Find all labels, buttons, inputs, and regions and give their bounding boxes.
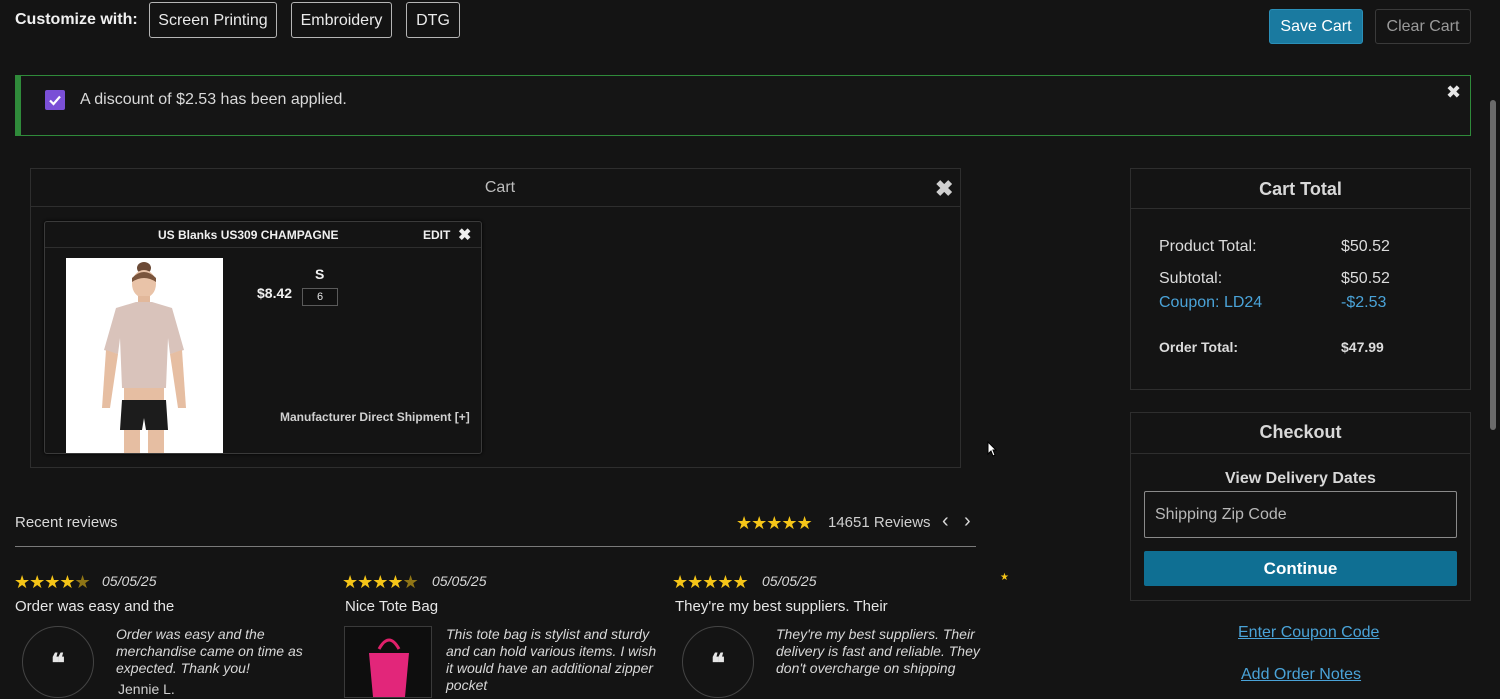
divider: [15, 546, 976, 547]
cart-total-title: Cart Total: [1259, 179, 1342, 199]
chevron-left-icon[interactable]: ‹: [942, 510, 949, 533]
review-date: 05/05/25: [102, 573, 157, 589]
checkout-title: Checkout: [1259, 422, 1342, 442]
alert-message: A discount of $2.53 has been applied.: [80, 91, 347, 108]
embroidery-button[interactable]: Embroidery: [291, 2, 392, 38]
divider: [31, 206, 960, 207]
product-total-label: Product Total:: [1159, 238, 1257, 255]
review-body: Order was easy and the merchandise came …: [116, 626, 303, 676]
subtotal-value: $50.52: [1341, 270, 1390, 287]
review-title: They're my best suppliers. Their: [675, 598, 888, 615]
scrollbar[interactable]: [1490, 100, 1496, 430]
review-product-thumbnail[interactable]: [344, 626, 432, 698]
divider: [1131, 453, 1470, 454]
cart-item-name: US Blanks US309 CHAMPAGNE: [158, 228, 339, 242]
zip-code-input[interactable]: [1144, 491, 1457, 538]
subtotal-label: Subtotal:: [1159, 270, 1223, 287]
coupon-value: -$2.53: [1341, 294, 1387, 311]
review-body: This tote bag is stylist and sturdy and …: [446, 626, 657, 693]
item-size-label: S: [315, 266, 325, 282]
chevron-right-icon[interactable]: ›: [964, 510, 971, 533]
overall-rating-stars: ★★★★★: [736, 513, 813, 533]
checkbox-checked-icon: [45, 90, 65, 110]
quote-icon: ❝: [682, 626, 754, 698]
review-title: Order was easy and the: [15, 598, 175, 615]
screen-printing-button[interactable]: Screen Printing: [149, 2, 277, 38]
continue-button[interactable]: Continue: [1144, 551, 1457, 586]
dtg-button[interactable]: DTG: [406, 2, 460, 38]
shipment-toggle[interactable]: Manufacturer Direct Shipment [+]: [280, 410, 470, 424]
review-title: Nice Tote Bag: [345, 598, 439, 615]
customize-label: Customize with:: [15, 11, 138, 28]
review-stars: ★★★★★: [672, 572, 749, 592]
order-total-label: Order Total:: [1159, 339, 1239, 355]
enter-coupon-link[interactable]: Enter Coupon Code: [1238, 624, 1379, 642]
order-total-value: $47.99: [1341, 339, 1384, 355]
cart-title: Cart: [484, 179, 516, 196]
review-stars: ★★★★★: [342, 572, 419, 592]
quote-icon: ❝: [22, 626, 94, 698]
review-stars: ★★★★★: [14, 572, 91, 592]
divider: [45, 247, 481, 248]
close-icon[interactable]: ✖: [935, 176, 953, 202]
close-icon[interactable]: ✖: [1446, 82, 1461, 103]
recent-reviews-label: Recent reviews: [15, 514, 118, 531]
item-price: $8.42: [257, 285, 293, 301]
quantity-input[interactable]: 6: [302, 288, 338, 306]
mouse-cursor-icon: [987, 440, 998, 462]
review-body: They're my best suppliers. Their deliver…: [776, 626, 980, 676]
edit-item-button[interactable]: EDIT: [423, 228, 450, 242]
remove-item-icon[interactable]: ✖: [458, 225, 471, 245]
divider: [1131, 208, 1470, 209]
product-total-value: $50.52: [1341, 238, 1390, 255]
review-date: 05/05/25: [762, 573, 817, 589]
reviews-count[interactable]: 14651 Reviews: [828, 514, 931, 531]
delivery-dates-label: View Delivery Dates: [1225, 470, 1376, 487]
review-author: Jennie L.: [118, 681, 175, 697]
product-image: [66, 258, 223, 453]
clear-cart-button[interactable]: Clear Cart: [1375, 9, 1471, 44]
coupon-label: Coupon: LD24: [1159, 294, 1263, 311]
review-stars-partial: ★: [1000, 572, 1009, 583]
review-date: 05/05/25: [432, 573, 487, 589]
add-order-notes-link[interactable]: Add Order Notes: [1241, 666, 1361, 684]
save-cart-button[interactable]: Save Cart: [1269, 9, 1363, 44]
